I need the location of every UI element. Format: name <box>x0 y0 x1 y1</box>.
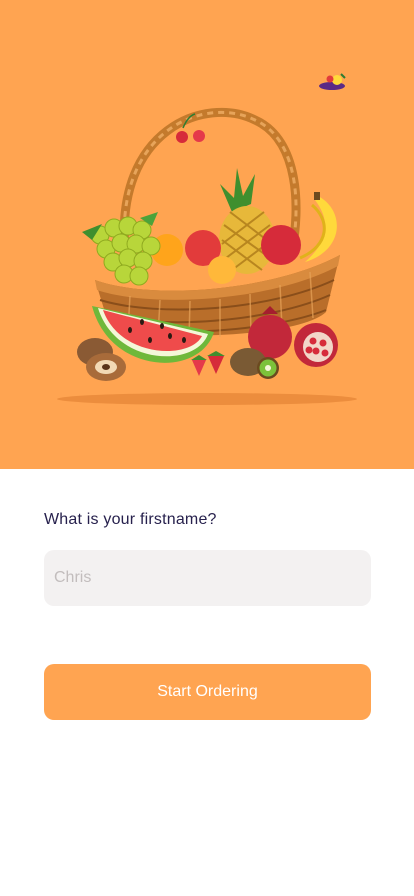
name-form: What is your firstname? Start Ordering <box>0 469 414 896</box>
firstname-question-label: What is your firstname? <box>44 511 217 528</box>
firstname-input[interactable] <box>44 550 371 606</box>
start-ordering-button[interactable]: Start Ordering <box>44 664 371 720</box>
fruit-basket-illustration <box>57 73 357 405</box>
hero-section <box>0 0 414 469</box>
small-fruit-icon <box>319 73 346 90</box>
